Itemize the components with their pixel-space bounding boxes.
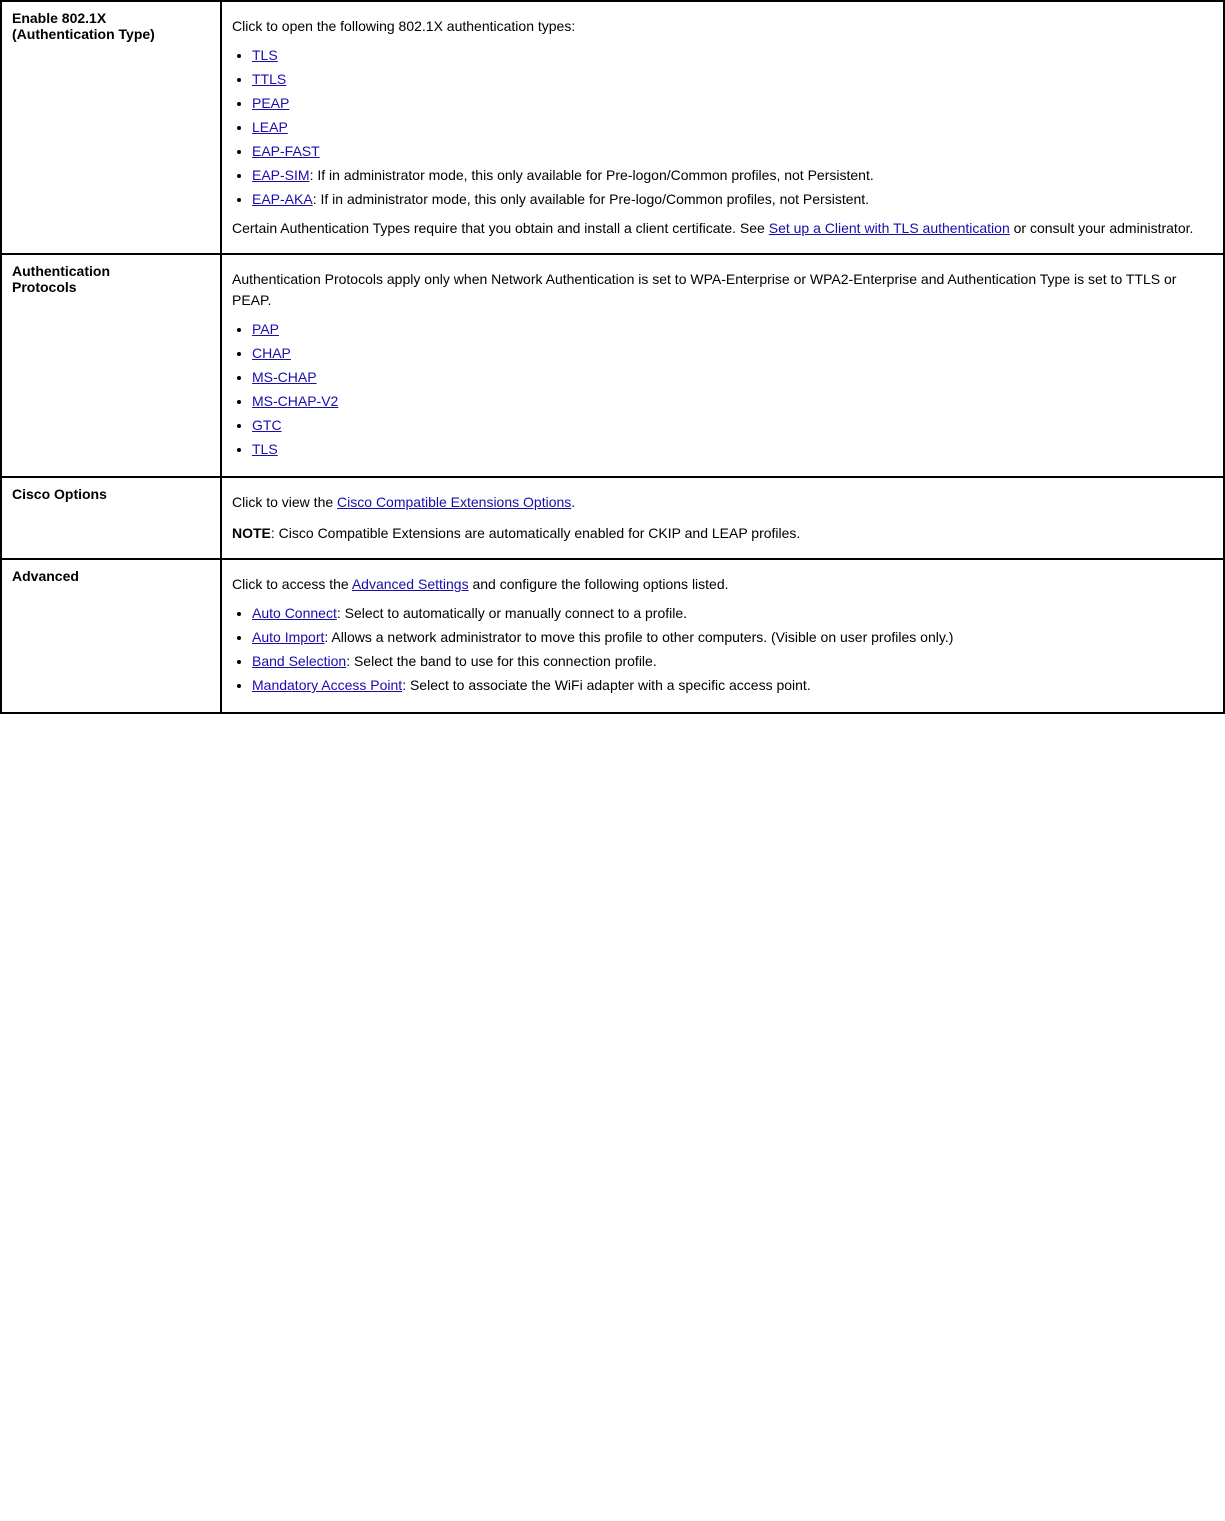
row-advanced: Advanced Click to access the Advanced Se… xyxy=(1,559,1224,713)
list-item: CHAP xyxy=(252,343,1213,364)
list-item: GTC xyxy=(252,415,1213,436)
label-enable-802-1x: Enable 802.1X(Authentication Type) xyxy=(1,1,221,254)
list-advanced: Auto Connect: Select to automatically or… xyxy=(252,603,1213,696)
link-tls-auth[interactable]: TLS xyxy=(252,441,278,457)
note-cisco-options: NOTE: Cisco Compatible Extensions are au… xyxy=(232,523,1213,544)
label-authentication-protocols: AuthenticationProtocols xyxy=(1,254,221,477)
list-authentication-protocols: PAP CHAP MS-CHAP MS-CHAP-V2 GTC TLS xyxy=(252,319,1213,460)
row-authentication-protocols: AuthenticationProtocols Authentication P… xyxy=(1,254,1224,477)
list-item: TLS xyxy=(252,45,1213,66)
link-mandatory-access-point[interactable]: Mandatory Access Point xyxy=(252,677,402,693)
link-gtc[interactable]: GTC xyxy=(252,417,282,433)
label-advanced: Advanced xyxy=(1,559,221,713)
list-item: Band Selection: Select the band to use f… xyxy=(252,651,1213,672)
link-tls-setup[interactable]: Set up a Client with TLS authentication xyxy=(769,220,1010,236)
list-item: Mandatory Access Point: Select to associ… xyxy=(252,675,1213,696)
list-item: TLS xyxy=(252,439,1213,460)
link-chap[interactable]: CHAP xyxy=(252,345,291,361)
list-item: EAP-FAST xyxy=(252,141,1213,162)
content-enable-802-1x: Click to open the following 802.1X authe… xyxy=(221,1,1224,254)
intro-authentication-protocols: Authentication Protocols apply only when… xyxy=(232,269,1213,311)
row-cisco-options: Cisco Options Click to view the Cisco Co… xyxy=(1,477,1224,559)
link-auto-connect[interactable]: Auto Connect xyxy=(252,605,337,621)
content-authentication-protocols: Authentication Protocols apply only when… xyxy=(221,254,1224,477)
list-item: MS-CHAP-V2 xyxy=(252,391,1213,412)
link-peap[interactable]: PEAP xyxy=(252,95,289,111)
list-item: PAP xyxy=(252,319,1213,340)
link-ms-chap[interactable]: MS-CHAP xyxy=(252,369,317,385)
link-pap[interactable]: PAP xyxy=(252,321,279,337)
content-cisco-options: Click to view the Cisco Compatible Exten… xyxy=(221,477,1224,559)
link-cisco-compatible-extensions[interactable]: Cisco Compatible Extensions Options xyxy=(337,494,571,510)
intro-cisco-options: Click to view the Cisco Compatible Exten… xyxy=(232,492,1213,513)
footer-enable-802-1x: Certain Authentication Types require tha… xyxy=(232,218,1213,239)
intro-advanced: Click to access the Advanced Settings an… xyxy=(232,574,1213,595)
list-item: TTLS xyxy=(252,69,1213,90)
link-auto-import[interactable]: Auto Import xyxy=(252,629,324,645)
link-eap-fast[interactable]: EAP-FAST xyxy=(252,143,320,159)
label-cisco-options: Cisco Options xyxy=(1,477,221,559)
list-enable-802-1x: TLS TTLS PEAP LEAP EAP-FAST EAP-SIM: If … xyxy=(252,45,1213,210)
list-item: PEAP xyxy=(252,93,1213,114)
link-ttls[interactable]: TTLS xyxy=(252,71,286,87)
list-item: Auto Connect: Select to automatically or… xyxy=(252,603,1213,624)
content-advanced: Click to access the Advanced Settings an… xyxy=(221,559,1224,713)
row-enable-802-1x: Enable 802.1X(Authentication Type) Click… xyxy=(1,1,1224,254)
list-item: MS-CHAP xyxy=(252,367,1213,388)
link-eap-aka[interactable]: EAP-AKA xyxy=(252,191,313,207)
list-item: EAP-SIM: If in administrator mode, this … xyxy=(252,165,1213,186)
intro-enable-802-1x: Click to open the following 802.1X authe… xyxy=(232,16,1213,37)
link-advanced-settings[interactable]: Advanced Settings xyxy=(352,576,469,592)
link-band-selection[interactable]: Band Selection xyxy=(252,653,346,669)
link-leap[interactable]: LEAP xyxy=(252,119,288,135)
link-eap-sim[interactable]: EAP-SIM xyxy=(252,167,310,183)
list-item: LEAP xyxy=(252,117,1213,138)
link-ms-chap-v2[interactable]: MS-CHAP-V2 xyxy=(252,393,338,409)
link-tls[interactable]: TLS xyxy=(252,47,278,63)
list-item: EAP-AKA: If in administrator mode, this … xyxy=(252,189,1213,210)
note-label: NOTE xyxy=(232,525,271,541)
list-item: Auto Import: Allows a network administra… xyxy=(252,627,1213,648)
